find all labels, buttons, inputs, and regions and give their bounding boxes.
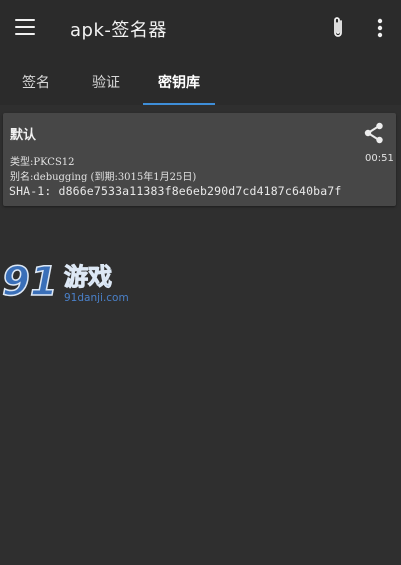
tab-bar: 签名 验证 密钥库 (0, 58, 401, 105)
keystore-type: 类型:PKCS12 (10, 157, 75, 168)
watermark-number: 91 (2, 259, 58, 305)
keystore-alias: 别名:debugging (到期:3015年1月25日) (10, 172, 197, 183)
tab-keystore[interactable]: 密钥库 (143, 58, 215, 105)
tab-active-indicator (143, 103, 215, 105)
keystore-card[interactable]: 默认 类型:PKCS12 00:51 别名:debugging (到期:3015… (3, 113, 396, 206)
share-icon[interactable] (363, 122, 385, 144)
keystore-time: 00:51 (365, 153, 394, 164)
more-vert-icon[interactable] (372, 17, 388, 39)
tab-verify[interactable]: 验证 (70, 58, 142, 105)
hamburger-menu-icon[interactable] (15, 19, 35, 35)
toolbar: apk-签名器 (0, 0, 401, 58)
watermark-text: 游戏 (64, 263, 112, 291)
watermark-logo: 91 游戏 91danji.com (1, 258, 129, 306)
keystore-name: 默认 (10, 128, 37, 143)
keystore-sha1: SHA-1: d866e7533a11383f8e6eb290d7cd4187c… (9, 184, 342, 198)
tab-sign[interactable]: 签名 (0, 58, 72, 105)
app-title: apk-签名器 (70, 20, 167, 41)
watermark-domain: 91danji.com (64, 292, 129, 304)
paperclip-icon[interactable] (328, 16, 348, 40)
app-bar: apk-签名器 签名 验证 密钥库 (0, 0, 401, 105)
